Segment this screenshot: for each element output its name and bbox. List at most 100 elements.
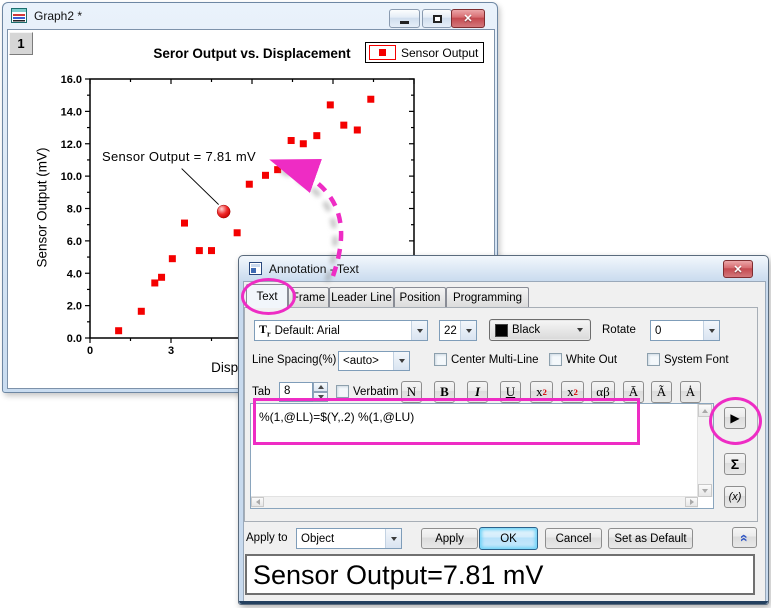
svg-text:0.0: 0.0 <box>67 333 82 345</box>
svg-text:0: 0 <box>87 345 93 357</box>
font-icon: Tr <box>259 322 271 338</box>
svg-text:4.0: 4.0 <box>67 268 82 280</box>
dialog-bottom-edge <box>239 601 768 604</box>
color-swatch-icon <box>495 324 508 337</box>
center-multiline-label: Center Multi-Line <box>451 354 539 366</box>
center-multiline-checkbox[interactable] <box>434 353 447 366</box>
vertical-scrollbar[interactable] <box>697 404 713 497</box>
verbatim-label: Verbatim <box>353 386 398 398</box>
tab-size-label: Tab <box>252 386 271 398</box>
restore-button[interactable] <box>422 9 452 28</box>
window-title: Graph2 * <box>34 9 82 23</box>
dialog-close-button[interactable]: ✕ <box>723 260 753 278</box>
dialog-icon <box>249 262 262 275</box>
font-color-value: Black <box>512 324 540 336</box>
legend-label: Sensor Output <box>401 46 478 60</box>
dropdown-arrow-icon <box>577 328 583 332</box>
minimize-button[interactable] <box>389 9 420 28</box>
font-color-select[interactable]: Black <box>489 319 591 341</box>
tab-frame[interactable]: Frame <box>288 287 329 307</box>
collapse-button[interactable]: « <box>732 527 757 548</box>
scroll-down-icon[interactable] <box>698 484 712 497</box>
tab-programming[interactable]: Programming <box>446 287 529 307</box>
ok-button[interactable]: OK <box>479 527 538 550</box>
close-button[interactable]: ✕ <box>451 9 485 28</box>
insert-variable-button[interactable]: (x) <box>724 486 746 508</box>
underline-button[interactable]: U <box>500 381 521 403</box>
normal-format-button[interactable]: N <box>401 381 422 403</box>
insert-menu-button[interactable]: ▶ <box>724 407 746 429</box>
verbatim-checkbox[interactable] <box>336 385 349 398</box>
bold-button[interactable]: B <box>434 381 455 403</box>
legend-marker-icon <box>369 45 396 60</box>
close-icon: ✕ <box>463 12 472 25</box>
line-spacing-select[interactable]: <auto> <box>338 351 410 371</box>
set-as-default-button[interactable]: Set as Default <box>608 528 693 549</box>
symbol-map-button[interactable]: Σ <box>724 453 746 475</box>
legend[interactable]: Sensor Output <box>365 42 484 63</box>
line-spacing-label: Line Spacing(%) <box>252 354 336 366</box>
greek-button[interactable]: αβ <box>591 381 615 403</box>
scroll-left-icon[interactable] <box>251 497 264 507</box>
tab-size-stepper[interactable] <box>313 382 328 402</box>
font-value: Default: Arial <box>275 325 340 337</box>
a-bar-button[interactable]: Ā <box>623 381 644 403</box>
apply-button[interactable]: Apply <box>421 528 478 549</box>
a-tilde-button[interactable]: Ã <box>651 381 672 403</box>
scroll-up-icon[interactable] <box>698 404 712 417</box>
chart-title: Seror Output vs. Displacement <box>102 46 402 61</box>
restore-icon <box>433 15 442 23</box>
rotate-select[interactable]: 0 <box>650 320 720 341</box>
graph-icon <box>11 8 28 24</box>
tab-size-input[interactable]: 8 <box>279 382 313 402</box>
preview-text: Sensor Output=7.81 mV <box>245 554 755 595</box>
graph-window-titlebar[interactable]: Graph2 * ✕ <box>3 3 497 29</box>
svg-text:14.0: 14.0 <box>61 106 82 118</box>
svg-text:8.0: 8.0 <box>67 204 82 216</box>
spin-down-icon[interactable] <box>313 392 328 402</box>
chevron-up-icon: « <box>737 534 751 542</box>
superscript-button[interactable]: x2 <box>530 381 553 403</box>
annotation-text-input[interactable]: %(1,@LL)=$(Y,.2) %(1,@LU) <box>250 403 714 509</box>
dropdown-arrow-icon[interactable] <box>460 321 476 340</box>
rotate-value: 0 <box>655 325 661 337</box>
svg-text:6.0: 6.0 <box>67 236 82 248</box>
dropdown-arrow-icon[interactable] <box>703 321 719 340</box>
annotation-text-value: %(1,@LL)=$(Y,.2) %(1,@LU) <box>259 410 414 424</box>
rotate-label: Rotate <box>602 324 636 336</box>
tab-text[interactable]: Text <box>246 284 288 308</box>
apply-to-label: Apply to <box>246 532 288 544</box>
apply-to-select[interactable]: Object <box>296 528 402 549</box>
font-size-select[interactable]: 22 <box>439 320 477 341</box>
subscript-button[interactable]: x2 <box>561 381 584 403</box>
svg-text:16.0: 16.0 <box>61 74 82 86</box>
white-out-checkbox[interactable] <box>549 353 562 366</box>
spin-up-icon[interactable] <box>313 382 328 392</box>
italic-button[interactable]: I <box>467 381 488 403</box>
y-axis-label: Sensor Output (mV) <box>35 138 50 278</box>
white-out-label: White Out <box>566 354 617 366</box>
font-select[interactable]: Tr Default: Arial <box>254 320 428 341</box>
annotation-dialog: Annotation - Text ✕ Text Frame Leader Li… <box>238 255 769 605</box>
svg-text:3: 3 <box>168 345 174 357</box>
dropdown-arrow-icon[interactable] <box>393 352 409 370</box>
tab-page-text: Tr Default: Arial 22 Black Rotate 0 Line… <box>244 307 758 522</box>
svg-text:2.0: 2.0 <box>67 301 82 313</box>
tab-leader-line[interactable]: Leader Line <box>329 287 394 307</box>
minimize-icon <box>400 21 409 24</box>
scroll-right-icon[interactable] <box>685 497 698 507</box>
dropdown-arrow-icon[interactable] <box>385 529 401 548</box>
horizontal-scrollbar[interactable] <box>251 496 698 508</box>
close-icon: ✕ <box>733 263 742 276</box>
apply-to-value: Object <box>301 533 334 545</box>
cancel-button[interactable]: Cancel <box>545 528 602 549</box>
svg-text:12.0: 12.0 <box>61 139 82 151</box>
dropdown-arrow-icon[interactable] <box>411 321 427 340</box>
tab-position[interactable]: Position <box>394 287 446 307</box>
system-font-checkbox[interactable] <box>647 353 660 366</box>
line-spacing-value: <auto> <box>343 355 379 367</box>
system-font-label: System Font <box>664 354 729 366</box>
svg-text:Sensor Output = 7.81 mV: Sensor Output = 7.81 mV <box>102 149 256 164</box>
svg-text:10.0: 10.0 <box>61 171 82 183</box>
a-dot-button[interactable]: Ȧ <box>680 381 701 403</box>
